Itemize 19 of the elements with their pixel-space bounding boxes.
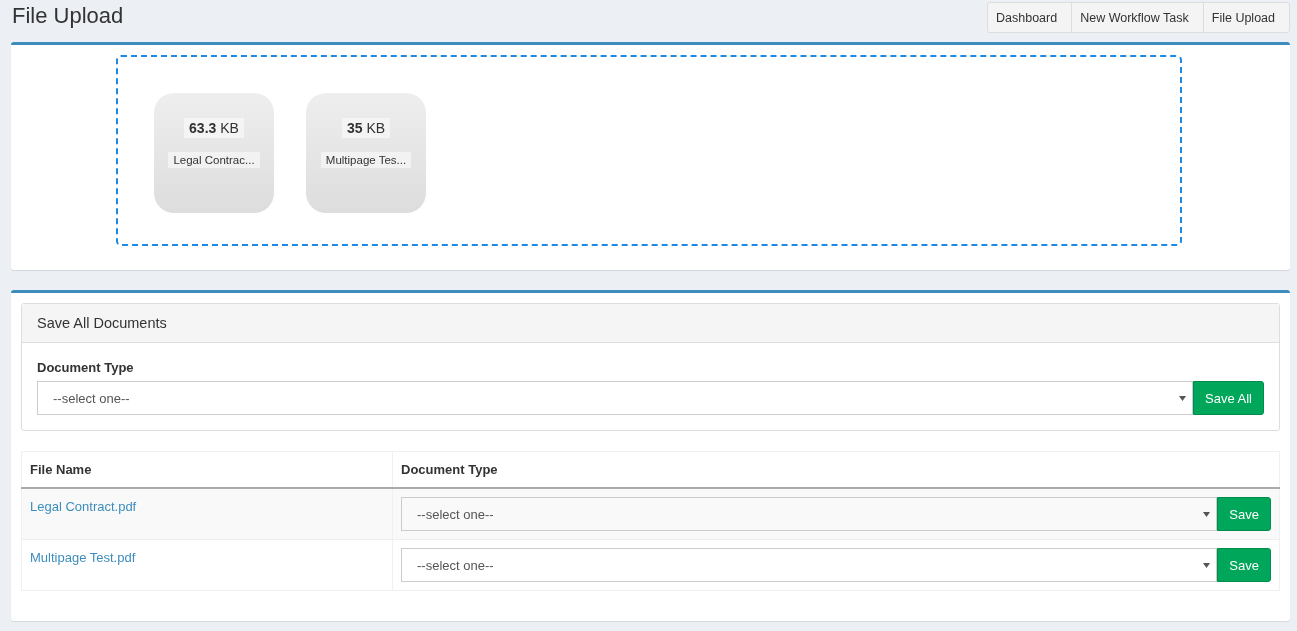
document-type-select[interactable]: --select one-- [401, 548, 1218, 582]
dropzone[interactable]: 63.3 KB Legal Contrac... 35 KB Multipage Tes... [116, 55, 1182, 246]
file-link[interactable]: Legal Contract.pdf [30, 499, 137, 514]
breadcrumb-item: File Upload [1210, 10, 1276, 27]
panel-heading: Save All Documents [22, 304, 1279, 343]
file-name: Legal Contrac... [168, 152, 260, 168]
document-type-select[interactable]: --select one-- [401, 497, 1218, 531]
file-size: 63.3 KB [184, 118, 244, 138]
file-size: 35 KB [341, 118, 391, 138]
page-title: File Upload [12, 3, 124, 29]
field-label: Document Type [37, 360, 135, 375]
document-type-select[interactable]: --select one-- [37, 381, 1193, 415]
file-link[interactable]: Multipage Test.pdf [30, 550, 136, 565]
breadcrumb-item[interactable]: New Workflow Task [1072, 3, 1204, 32]
caret-icon [1203, 511, 1211, 517]
caret-icon [1179, 395, 1186, 401]
caret-icon [1203, 562, 1211, 568]
file-name: Multipage Tes... [320, 152, 412, 168]
breadcrumb-item[interactable]: Dashboard [988, 3, 1073, 32]
